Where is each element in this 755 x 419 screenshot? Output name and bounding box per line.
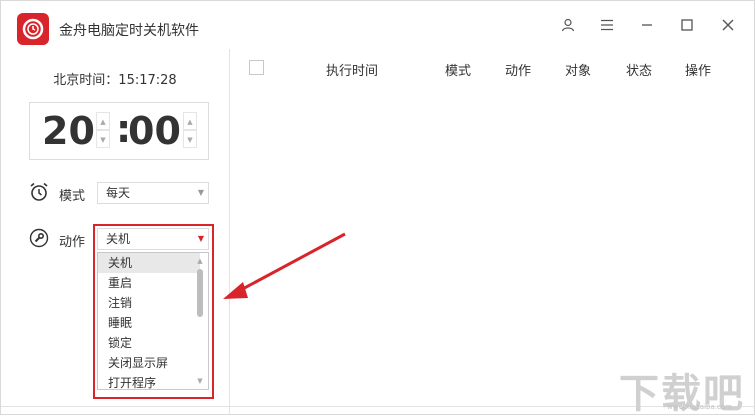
watermark: 下载吧 www.xiazaiba.com: [619, 361, 749, 417]
annotation-arrow-icon: [223, 232, 346, 299]
app-window: 金舟电脑定时关机软件 北京时间：15:17:28 20 ▲ ▼: 00 ▲ ▼…: [0, 0, 755, 417]
watermark-url: www.xiazaiba.com: [667, 403, 732, 411]
